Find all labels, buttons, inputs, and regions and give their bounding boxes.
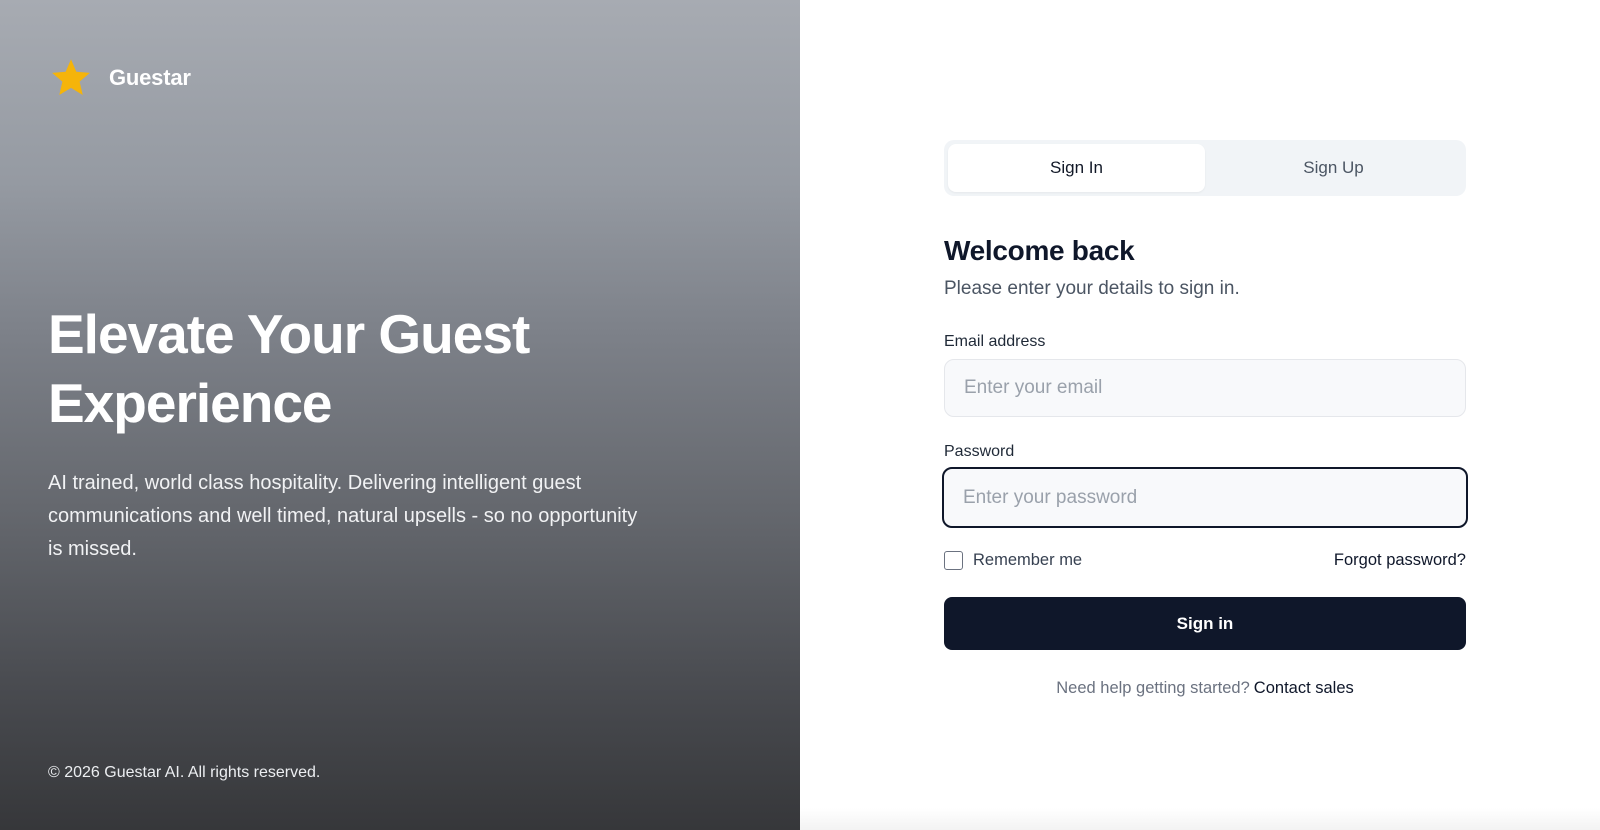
login-page: Guestar Elevate Your Guest Experience AI…	[0, 0, 1600, 830]
auth-tabs: Sign In Sign Up	[944, 140, 1466, 196]
copyright-text: © 2026 Guestar AI. All rights reserved.	[48, 764, 321, 781]
help-prompt: Need help getting started?	[1056, 679, 1250, 697]
sign-in-button[interactable]: Sign in	[944, 597, 1466, 650]
remember-me-label: Remember me	[973, 551, 1083, 569]
tab-sign-in[interactable]: Sign In	[948, 144, 1205, 192]
remember-me[interactable]: Remember me	[944, 551, 1082, 570]
auth-panel: Sign In Sign Up Welcome back Please ente…	[800, 0, 1600, 830]
remember-me-checkbox[interactable]	[944, 551, 963, 570]
star-icon	[52, 59, 90, 96]
password-field[interactable]	[942, 467, 1468, 528]
email-label: Email address	[944, 333, 1046, 350]
forgot-password-link[interactable]: Forgot password?	[1334, 551, 1466, 570]
hero-subtitle: AI trained, world class hospitality. Del…	[48, 472, 638, 560]
brand-name: Guestar	[109, 65, 191, 90]
password-label: Password	[944, 443, 1015, 460]
tab-sign-up[interactable]: Sign Up	[1205, 144, 1462, 192]
hero-panel: Guestar Elevate Your Guest Experience AI…	[0, 0, 800, 830]
welcome-subheading: Please enter your details to sign in.	[944, 278, 1240, 299]
welcome-heading: Welcome back	[944, 235, 1135, 266]
brand[interactable]: Guestar	[49, 56, 191, 100]
help-text: Need help getting started? Contact sales	[944, 679, 1466, 698]
hero-title: Elevate Your Guest Experience	[48, 303, 530, 434]
email-field[interactable]	[944, 359, 1466, 417]
contact-sales-link[interactable]: Contact sales	[1254, 679, 1354, 697]
bottom-fade	[800, 808, 1600, 830]
